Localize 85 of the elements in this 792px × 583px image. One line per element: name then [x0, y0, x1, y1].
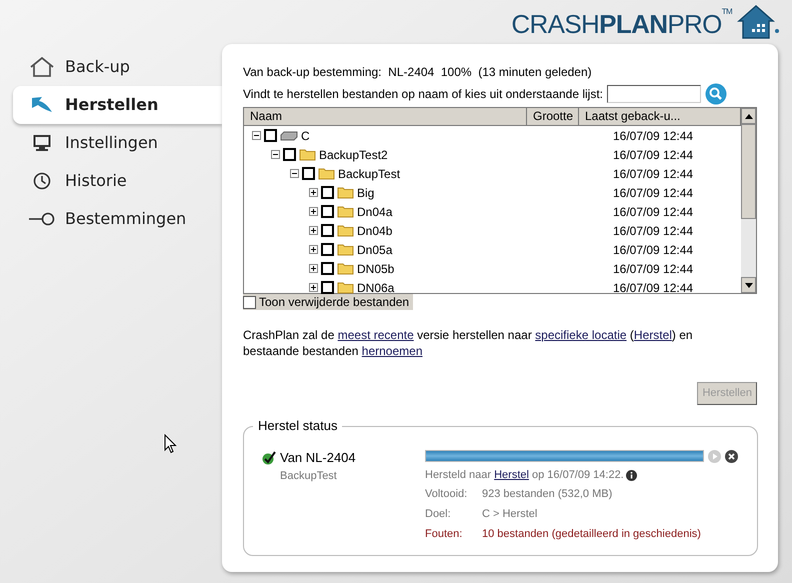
expander-icon[interactable]: [309, 245, 318, 254]
checkbox[interactable]: [243, 296, 256, 308]
tree-item-label[interactable]: Big: [357, 184, 374, 202]
detail-value: C > Herstel: [482, 506, 538, 522]
tree-item-label[interactable]: Dn04a: [357, 202, 392, 220]
expander-icon[interactable]: [271, 150, 280, 159]
tree-item-label[interactable]: Dn05a: [357, 240, 392, 258]
link[interactable]: Herstel: [634, 328, 672, 342]
detail-value: 10 bestanden (gedetailleerd in geschiedenis): [482, 526, 701, 542]
home-icon: [29, 57, 55, 77]
sidebar-item[interactable]: Bestemmingen: [13, 200, 222, 238]
sidebar-item[interactable]: Back-up: [13, 48, 222, 86]
connector-icon: [29, 212, 55, 226]
sidebar-item[interactable]: Herstellen: [13, 86, 222, 124]
sidebar-item[interactable]: Historie: [13, 162, 222, 200]
checkbox[interactable]: [321, 243, 334, 256]
detail-value: 923 bestanden (532,0 MB): [482, 486, 612, 502]
folder-icon: [318, 167, 335, 180]
table-cell: 16/07/09 12:44: [613, 166, 694, 180]
detail-label: Voltooid:: [425, 486, 468, 502]
expander-icon[interactable]: [309, 283, 318, 292]
table-cell: 16/07/09 12:44: [613, 204, 694, 218]
table-cell: 16/07/09 12:44: [613, 148, 694, 162]
restore-folder: BackupTest: [279, 468, 338, 484]
detail-label: Doel:: [425, 506, 452, 522]
tree-item-label[interactable]: Dn04b: [357, 222, 392, 240]
restore-source: Van NL-2404: [280, 449, 356, 467]
scroll-up-button[interactable]: [741, 108, 756, 124]
folder-icon: [337, 186, 354, 199]
column-header[interactable]: Naam: [244, 108, 527, 125]
restore-description: CrashPlan zal de meest recente versie herstellen naar specifieke locatie (Herstel) en bestaande bestanden hernoemen: [243, 327, 694, 359]
checkbox[interactable]: [321, 186, 334, 199]
search-field[interactable]: [607, 85, 702, 103]
scroll-down-button[interactable]: [741, 277, 756, 293]
expander-icon[interactable]: [252, 131, 261, 140]
logo-text: CRASHPLANPRO$^{TM}$: [511, 6, 732, 41]
link[interactable]: Herstel: [494, 469, 529, 481]
search-icon[interactable]: [705, 83, 728, 105]
expander-icon[interactable]: [309, 226, 318, 235]
folder-icon: [337, 205, 354, 218]
tree-item-label[interactable]: DN05b: [357, 260, 394, 278]
checkbox[interactable]: [321, 262, 334, 275]
checkbox[interactable]: [321, 224, 334, 237]
tree-item-label[interactable]: DN06a: [357, 278, 394, 296]
checkbox[interactable]: [283, 148, 296, 161]
expander-icon[interactable]: [309, 207, 318, 216]
drive-icon: [280, 130, 298, 140]
scrollbar[interactable]: [741, 108, 756, 293]
tree-item-label[interactable]: BackupTest2: [319, 146, 388, 164]
column-header[interactable]: Grootte: [527, 108, 579, 125]
table-cell: 16/07/09 12:44: [613, 128, 694, 142]
detail-label: Fouten:: [425, 526, 464, 542]
table-cell: 16/07/09 12:44: [613, 280, 694, 294]
down-arrow-icon: [744, 282, 752, 288]
close-icon[interactable]: [725, 450, 738, 462]
folder-icon: [337, 224, 354, 237]
restore-info: Hersteld naar Herstel op 16/07/09 14:22.: [425, 468, 624, 483]
table-cell: 16/07/09 12:44: [613, 262, 694, 276]
link[interactable]: hernoemen: [362, 344, 422, 358]
arrow-icon: [29, 96, 55, 114]
search-label: Vindt te herstellen bestanden op naam of kies uit onderstaande lijst:: [243, 86, 604, 103]
folder-icon: [337, 262, 354, 275]
checkbox[interactable]: [321, 281, 334, 294]
info-icon[interactable]: [626, 470, 637, 481]
table-cell: 16/07/09 12:44: [613, 186, 694, 200]
link[interactable]: meest recente: [338, 328, 414, 342]
mouse-pointer-icon: [164, 434, 177, 454]
table-cell: 16/07/09 12:44: [613, 242, 694, 256]
checkbox[interactable]: [264, 129, 277, 142]
tree-item-label[interactable]: BackupTest: [338, 164, 400, 182]
expander-icon[interactable]: [309, 264, 318, 273]
checkbox[interactable]: [321, 205, 334, 218]
expander-icon[interactable]: [309, 188, 318, 197]
sidebar-item[interactable]: Instellingen: [13, 124, 222, 162]
folder-icon: [337, 243, 354, 256]
expander-icon[interactable]: [290, 169, 299, 178]
checkbox[interactable]: [302, 167, 315, 180]
scroll-thumb[interactable]: [741, 124, 756, 219]
link[interactable]: specifieke locatie: [535, 328, 627, 342]
table-cell: 16/07/09 12:44: [613, 224, 694, 238]
tree-item-label[interactable]: C: [301, 126, 310, 144]
destination-info: Van back-up bestemming: NL-2404 100% (13 minuten geleden): [243, 64, 593, 81]
folder-icon: [299, 148, 316, 161]
house-logo-icon: [736, 4, 780, 40]
up-arrow-icon: [744, 114, 752, 118]
